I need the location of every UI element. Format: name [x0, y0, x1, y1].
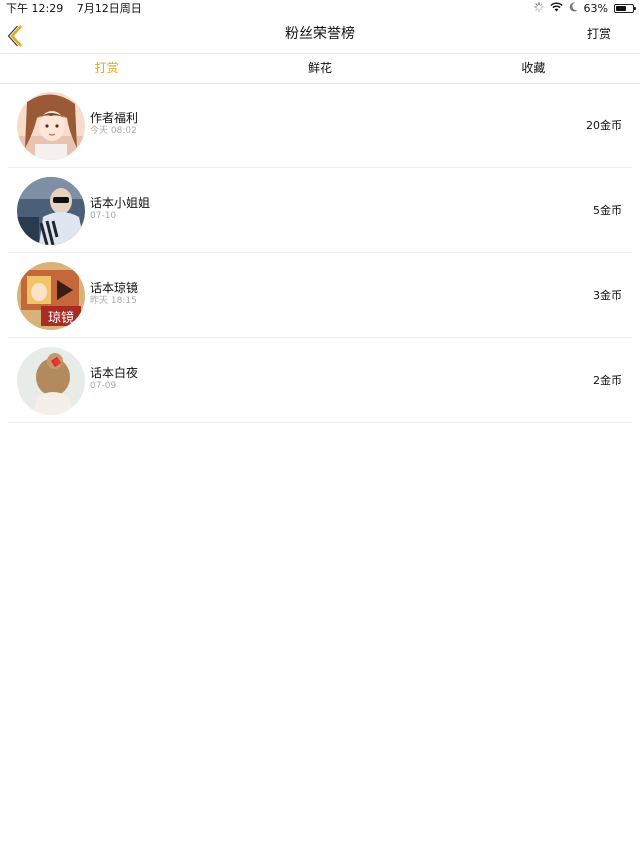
battery-icon	[614, 4, 636, 13]
tab-flowers[interactable]: 鲜花	[213, 54, 426, 83]
status-bar: 下午 12:29 7月12日周日 63%	[0, 0, 640, 17]
fan-name: 话本琼镜	[90, 281, 139, 295]
moon-icon	[569, 0, 578, 17]
page-title: 粉丝荣誉榜	[285, 26, 355, 42]
reward-amount: 20金币	[586, 119, 622, 132]
battery-percent: 63%	[583, 2, 608, 15]
fan-name: 作者福利	[90, 111, 139, 125]
loading-icon	[533, 0, 544, 17]
status-left: 下午 12:29 7月12日周日	[6, 0, 152, 17]
fan-ranking-list: 作者福利 今天 08:02 20金币 话本小姐姐 07-10 5金币 琼镜 话本…	[0, 83, 640, 423]
nav-bar: 粉丝荣誉榜 打赏	[0, 17, 640, 54]
tab-favorites[interactable]: 收藏	[427, 54, 640, 83]
avatar: 琼镜	[17, 262, 85, 330]
reward-button[interactable]: 打赏	[587, 17, 611, 51]
avatar	[17, 177, 85, 245]
status-right: 63%	[533, 0, 636, 17]
list-item[interactable]: 话本白夜 07-09 2金币	[8, 338, 632, 423]
avatar	[17, 347, 85, 415]
list-item[interactable]: 琼镜 话本琼镜 昨天 18:15 3金币	[8, 253, 632, 338]
status-time: 下午 12:29	[6, 2, 64, 15]
reward-time: 今天 08:02	[90, 126, 137, 136]
reward-amount: 5金币	[593, 204, 622, 217]
reward-amount: 2金币	[593, 374, 622, 387]
list-item[interactable]: 话本小姐姐 07-10 5金币	[8, 168, 632, 253]
list-item[interactable]: 作者福利 今天 08:02 20金币	[8, 83, 632, 168]
tab-bar: 打赏 鲜花 收藏	[0, 54, 640, 84]
reward-time: 07-09	[90, 381, 117, 391]
fan-name: 话本小姐姐	[90, 196, 151, 210]
reward-amount: 3金币	[593, 289, 622, 302]
status-date: 7月12日周日	[76, 2, 142, 15]
avatar-badge-text: 琼镜	[48, 311, 74, 326]
reward-time: 07-10	[90, 211, 117, 221]
avatar	[17, 92, 85, 160]
tab-reward[interactable]: 打赏	[0, 54, 213, 83]
battery-level-fill	[616, 6, 626, 11]
wifi-icon	[549, 0, 563, 17]
reward-time: 昨天 18:15	[90, 296, 137, 306]
fan-name: 话本白夜	[90, 366, 139, 380]
